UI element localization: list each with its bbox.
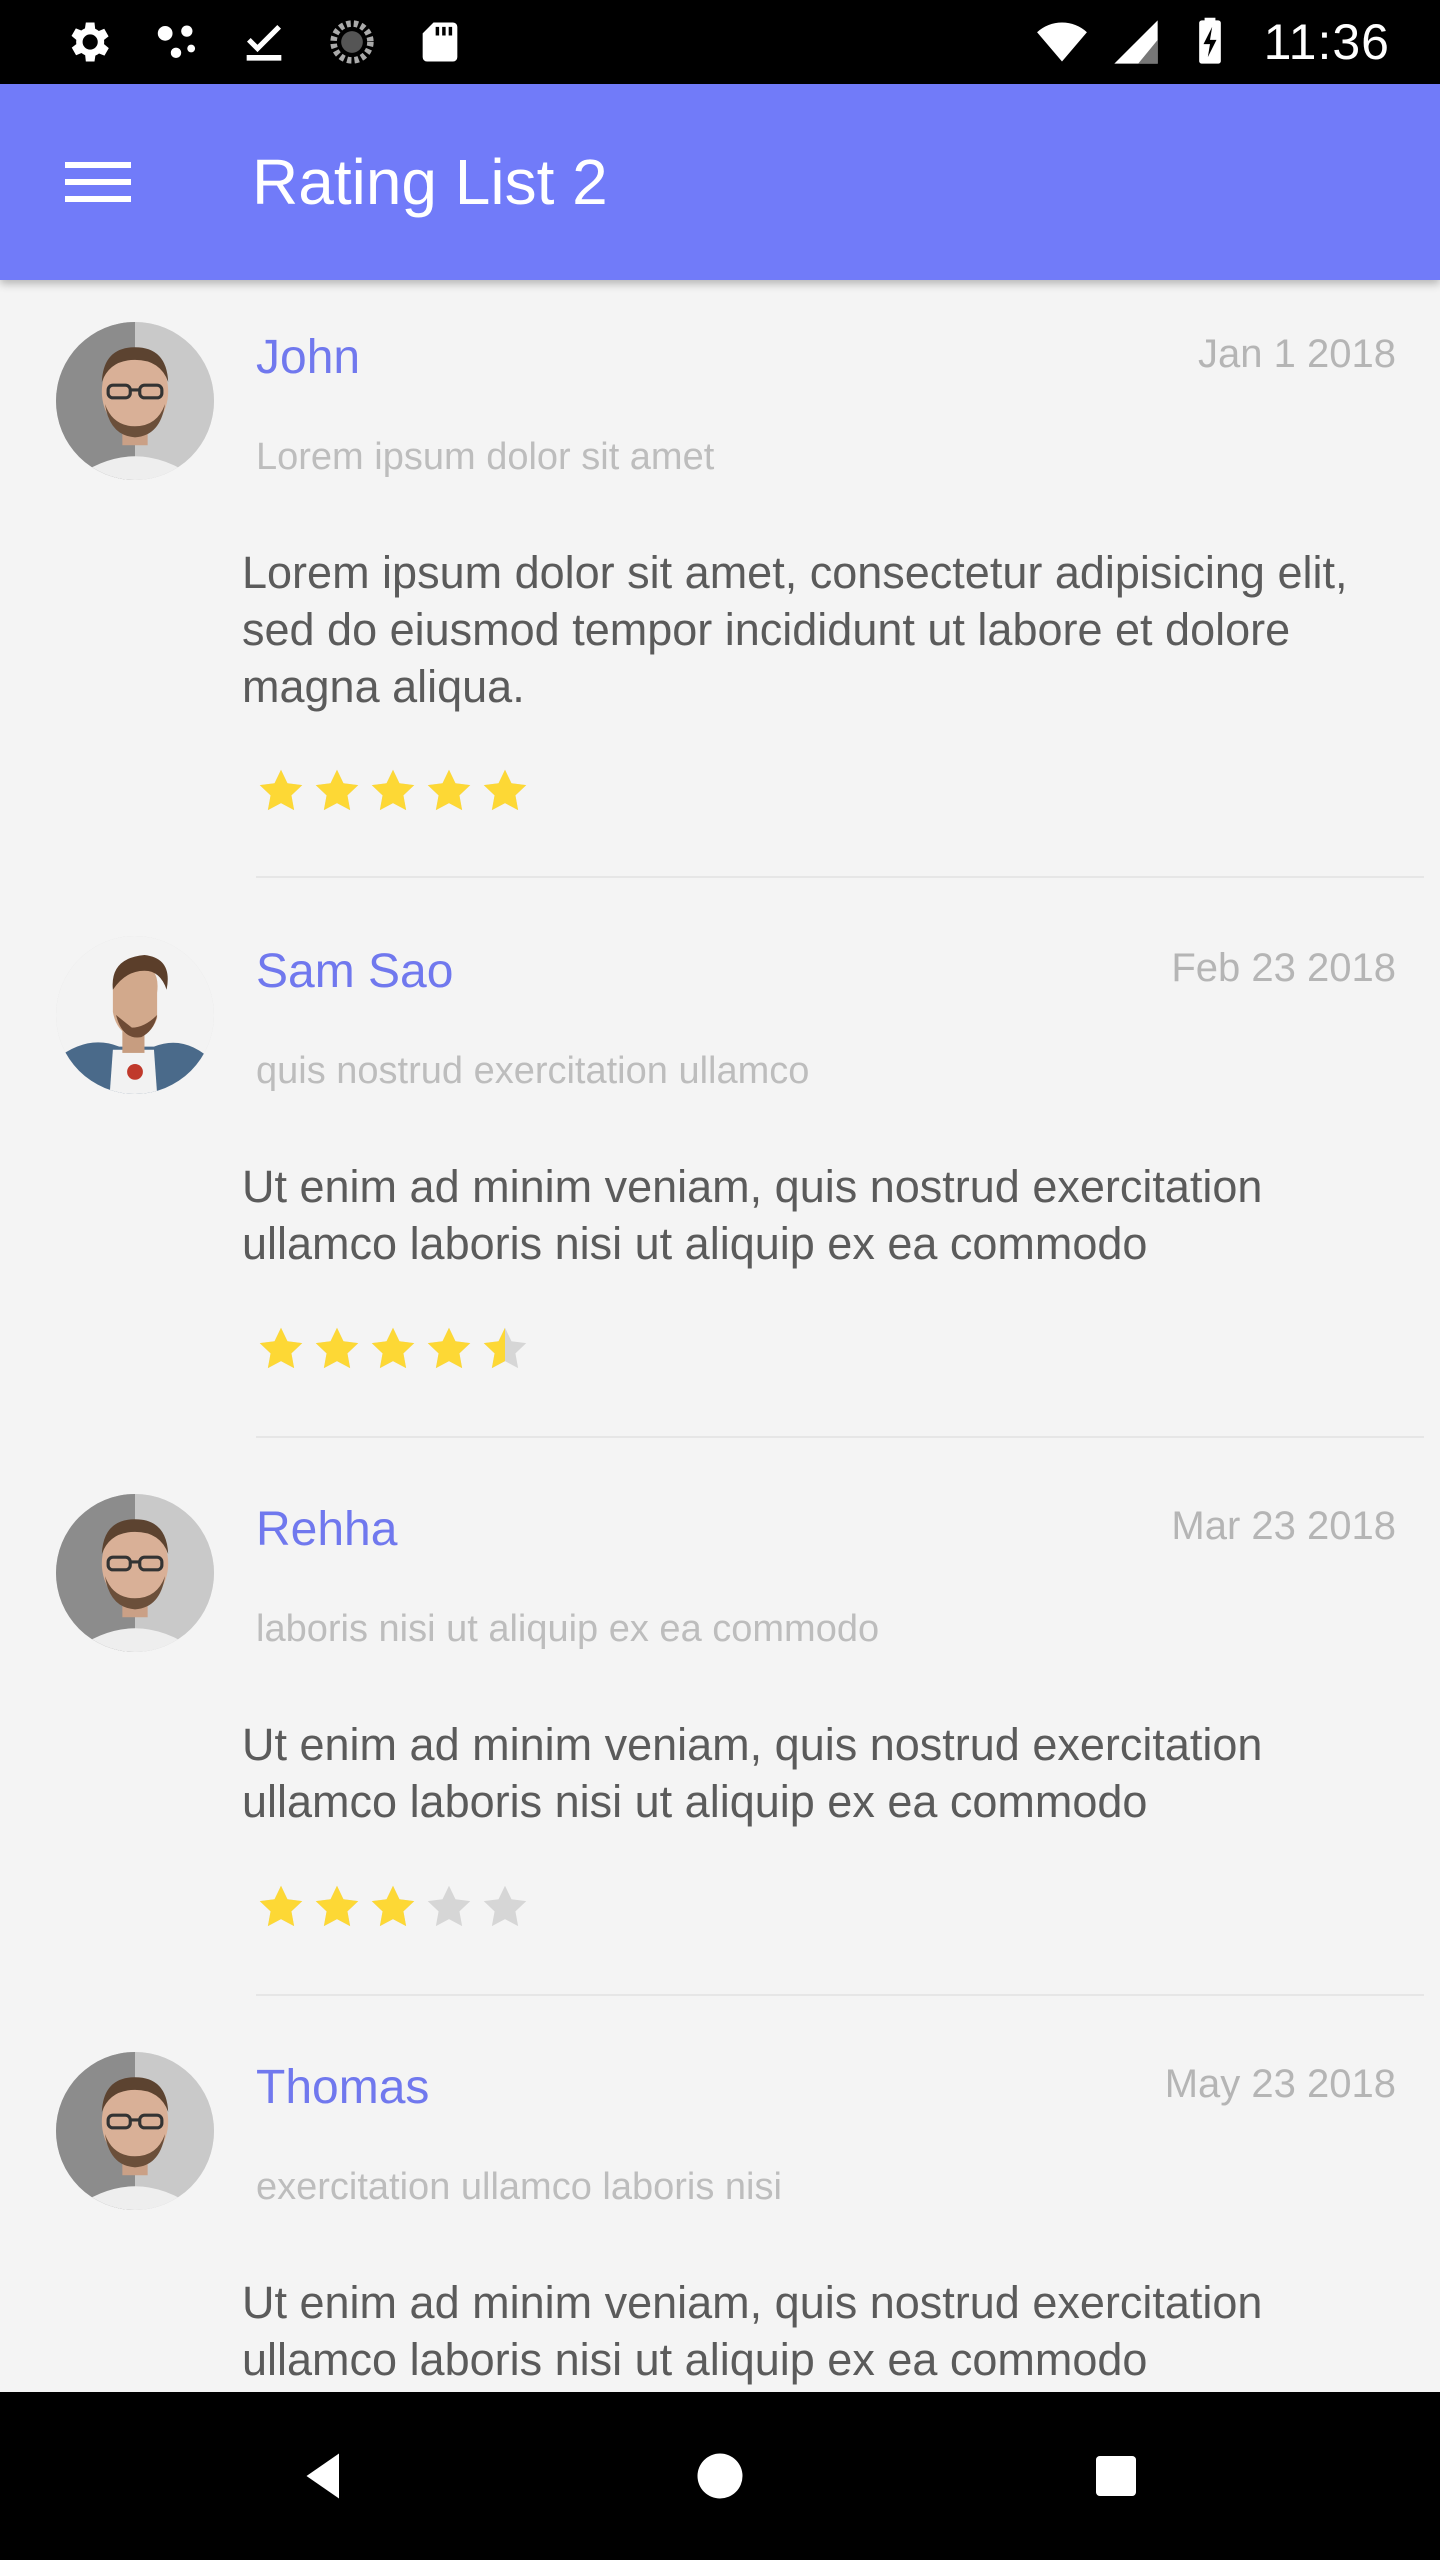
menu-button[interactable]: [54, 142, 142, 222]
avatar: [56, 936, 214, 1094]
star-icon: [259, 769, 303, 811]
app-bar: Rating List 2: [0, 84, 1440, 280]
star-icon: [371, 769, 415, 811]
rating-stars: [256, 1324, 530, 1374]
review-body: Ut enim ad minim veniam, quis nostrud ex…: [242, 1719, 1263, 1827]
star-icon: [427, 1327, 471, 1369]
download-done-icon: [238, 16, 290, 68]
star-icon: [259, 1327, 303, 1369]
reviewer-name: John: [256, 331, 361, 384]
back-icon: [306, 2453, 339, 2499]
star-icon: [427, 769, 471, 811]
review-date: Jan 1 2018: [1198, 332, 1396, 376]
status-system-icons: 11:36: [1036, 12, 1390, 72]
divider: [256, 876, 1424, 878]
star-icon: [315, 1327, 359, 1369]
recents-button[interactable]: [1074, 2434, 1158, 2518]
navigation-bar: [0, 2392, 1440, 2560]
battery-charging-icon: [1184, 16, 1236, 68]
screen: 11:36 Rating List 2 John Jan 1 2018 Lore…: [0, 0, 1440, 2560]
review-item[interactable]: Thomas May 23 2018 exercitation ullamco …: [0, 2010, 1440, 2392]
avatar: [56, 2052, 214, 2210]
star-icon: [371, 1327, 415, 1369]
divider: [256, 1436, 1424, 1438]
review-subtitle: quis nostrud exercitation ullamco: [256, 1050, 810, 1092]
status-clock: 11:36: [1263, 14, 1390, 70]
reviewer-name: Sam Sao: [256, 945, 454, 998]
avatar: [56, 322, 214, 480]
divider: [256, 1994, 1424, 1996]
page-title: Rating List 2: [252, 146, 608, 218]
sync-icon: [326, 16, 378, 68]
review-item[interactable]: Sam Sao Feb 23 2018 quis nostrud exercit…: [0, 894, 1440, 1452]
star-icon: [371, 1885, 415, 1927]
star-icon: [483, 769, 527, 811]
star-icon: [315, 1885, 359, 1927]
home-icon: [697, 2453, 743, 2499]
star-icon: [315, 769, 359, 811]
star-icon: [483, 1885, 527, 1927]
star-icon: [259, 1885, 303, 1927]
review-body: Lorem ipsum dolor sit amet, consectetur …: [242, 547, 1348, 712]
rating-stars: [256, 1882, 530, 1932]
star-icon: [483, 1327, 527, 1369]
wifi-icon: [1036, 16, 1088, 68]
sd-card-icon: [414, 16, 466, 68]
reviewer-name: Thomas: [256, 2061, 430, 2114]
star-icon: [427, 1885, 471, 1927]
review-subtitle: Lorem ipsum dolor sit amet: [256, 436, 715, 478]
review-body: Ut enim ad minim veniam, quis nostrud ex…: [242, 1161, 1263, 1269]
status-notification-icons: [62, 16, 466, 68]
review-date: May 23 2018: [1164, 2062, 1396, 2106]
review-body: Ut enim ad minim veniam, quis nostrud ex…: [242, 2277, 1263, 2385]
review-item[interactable]: John Jan 1 2018 Lorem ipsum dolor sit am…: [0, 280, 1440, 878]
review-date: Mar 23 2018: [1171, 1504, 1396, 1548]
review-list[interactable]: John Jan 1 2018 Lorem ipsum dolor sit am…: [0, 280, 1440, 2392]
status-bar: 11:36: [0, 0, 1440, 84]
review-item[interactable]: Rehha Mar 23 2018 laboris nisi ut aliqui…: [0, 1452, 1440, 2010]
recents-icon: [1096, 2456, 1136, 2496]
review-subtitle: exercitation ullamco laboris nisi: [256, 2166, 782, 2208]
rating-stars: [256, 766, 530, 816]
dots-icon: [150, 16, 202, 68]
menu-icon: [65, 162, 131, 202]
settings-icon: [62, 16, 114, 68]
back-button[interactable]: [282, 2434, 366, 2518]
signal-icon: [1110, 16, 1162, 68]
avatar: [56, 1494, 214, 1652]
review-date: Feb 23 2018: [1171, 946, 1396, 990]
reviewer-name: Rehha: [256, 1503, 398, 1556]
home-button[interactable]: [678, 2434, 762, 2518]
review-subtitle: laboris nisi ut aliquip ex ea commodo: [256, 1608, 880, 1650]
